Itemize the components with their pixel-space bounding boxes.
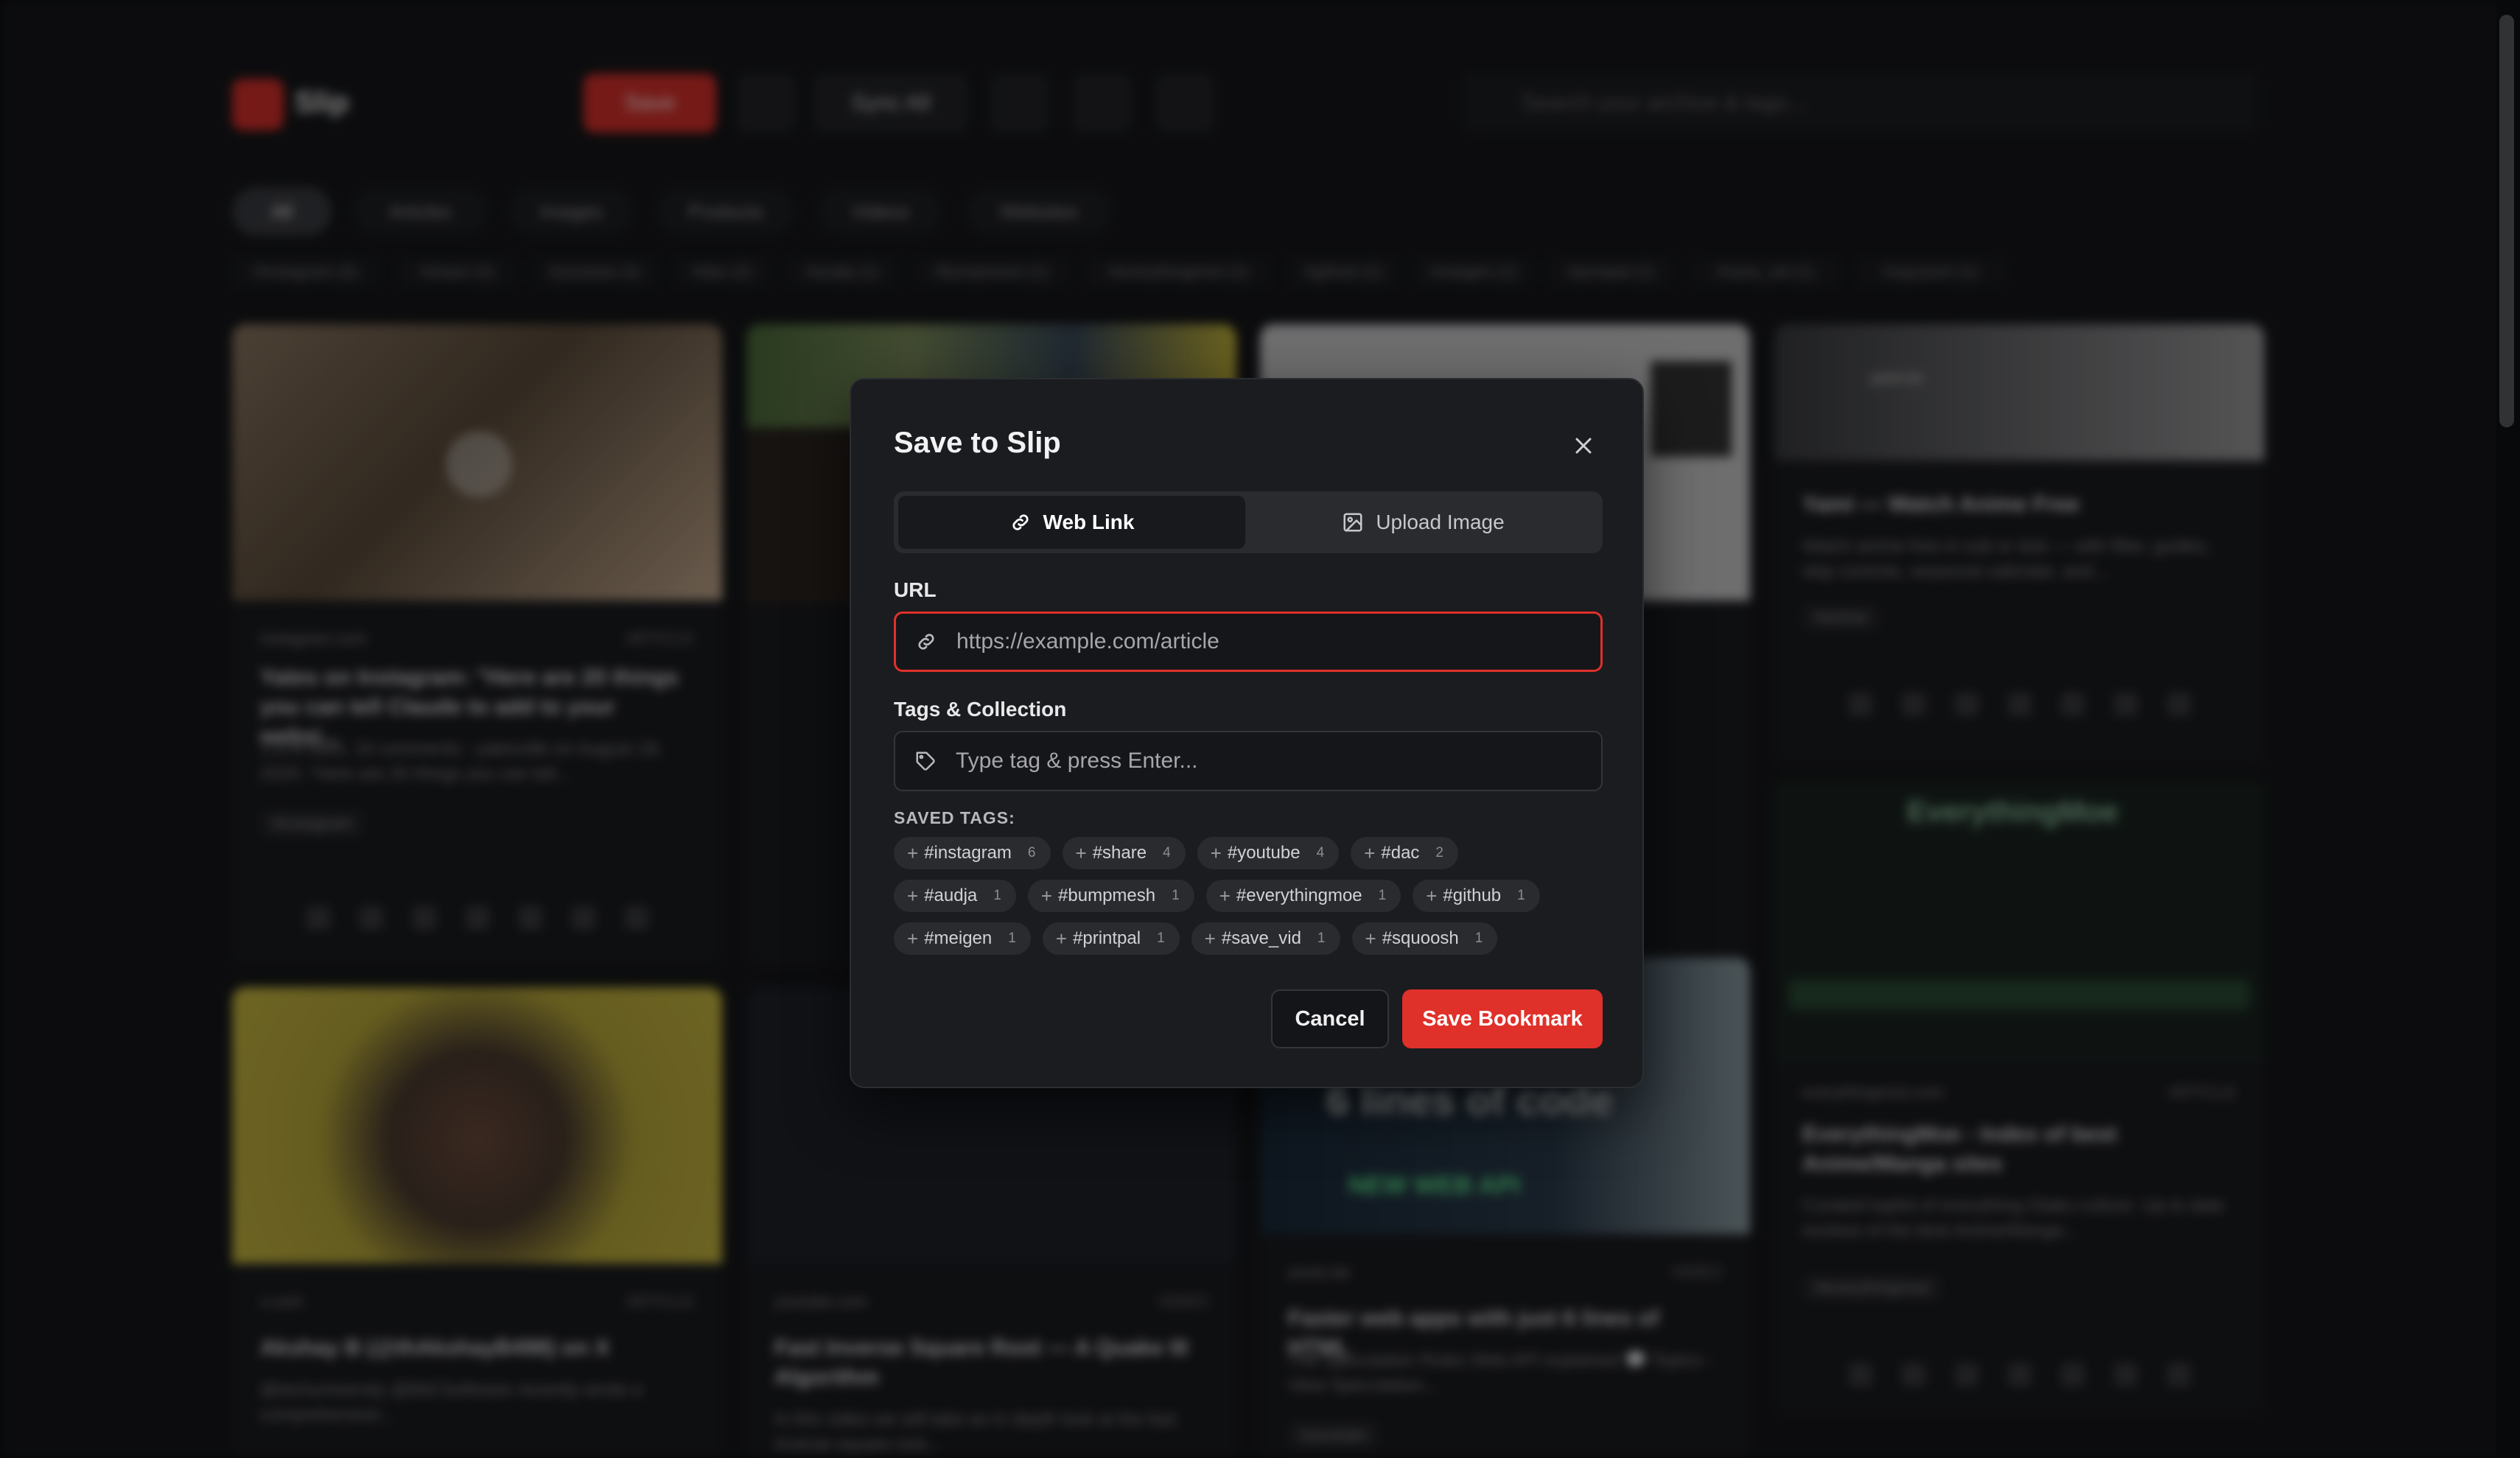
save-modal: Save to Slip Web Link Upload Image URL h… — [850, 378, 1644, 1088]
plus-icon: + — [907, 927, 919, 950]
close-icon — [1575, 438, 1592, 454]
modal-title: Save to Slip — [894, 427, 1061, 459]
url-field[interactable] — [894, 611, 1603, 672]
tab-web-link[interactable]: Web Link — [898, 496, 1245, 549]
saved-tags-row: + #instagram 6 + #share 4 + #youtube 4 + #dac 2 — [894, 837, 1458, 869]
plus-icon: + — [1219, 884, 1231, 907]
cancel-button[interactable]: Cancel — [1271, 989, 1389, 1048]
tab-label: Web Link — [1043, 511, 1135, 533]
close-button[interactable] — [1566, 428, 1601, 463]
image-icon — [1343, 513, 1362, 532]
plus-icon: + — [907, 841, 919, 864]
saved-tag-chip[interactable]: + #dac 2 — [1351, 837, 1458, 869]
save-bookmark-button[interactable]: Save Bookmark — [1402, 989, 1603, 1048]
url-input[interactable] — [956, 616, 1600, 667]
plus-icon: + — [1204, 927, 1216, 950]
saved-tag-chip[interactable]: + #audja 1 — [894, 880, 1016, 912]
tab-upload-image[interactable]: Upload Image — [1250, 496, 1597, 549]
tags-input[interactable] — [956, 735, 1601, 787]
plus-icon: + — [1365, 927, 1376, 950]
saved-tag-chip[interactable]: + #share 4 — [1062, 837, 1186, 869]
link-icon — [1012, 514, 1029, 530]
saved-tag-chip[interactable]: + #instagram 6 — [894, 837, 1051, 869]
saved-tag-chip[interactable]: + #save_vid 1 — [1191, 922, 1340, 955]
tags-label: Tags & Collection — [894, 698, 1067, 721]
plus-icon: + — [907, 884, 919, 907]
url-label: URL — [894, 578, 937, 601]
saved-tag-chip[interactable]: + #everythingmoe 1 — [1205, 880, 1401, 912]
plus-icon: + — [1040, 884, 1053, 907]
saved-tag-chip[interactable]: + #youtube 4 — [1197, 837, 1340, 869]
plus-icon: + — [1055, 927, 1068, 950]
saved-tags-label: SAVED TAGS: — [894, 808, 1015, 827]
saved-tag-chip[interactable]: + #bumpmesh 1 — [1027, 880, 1194, 912]
saved-tags-row: + #meigen 1 + #printpal 1 + #save_vid 1 + #squo… — [894, 922, 1498, 955]
saved-tags-row: + #audja 1 + #bumpmesh 1 + #everythingmoe 1 + #… — [894, 880, 1540, 912]
modal-tabs: Web Link Upload Image — [894, 491, 1603, 553]
tag-icon — [916, 751, 935, 771]
plus-icon: + — [1364, 841, 1376, 864]
saved-tag-chip[interactable]: + #printpal 1 — [1042, 922, 1180, 955]
tags-field[interactable] — [894, 731, 1603, 791]
plus-icon: + — [1426, 884, 1438, 907]
saved-tag-chip[interactable]: + #meigen 1 — [894, 922, 1031, 955]
saved-tag-chip[interactable]: + #squoosh 1 — [1351, 922, 1498, 955]
saved-tag-chip[interactable]: + #github 1 — [1413, 880, 1540, 912]
link-icon — [918, 634, 934, 650]
plus-icon: + — [1210, 841, 1222, 864]
tab-label: Upload Image — [1376, 511, 1505, 533]
plus-icon: + — [1075, 841, 1087, 864]
